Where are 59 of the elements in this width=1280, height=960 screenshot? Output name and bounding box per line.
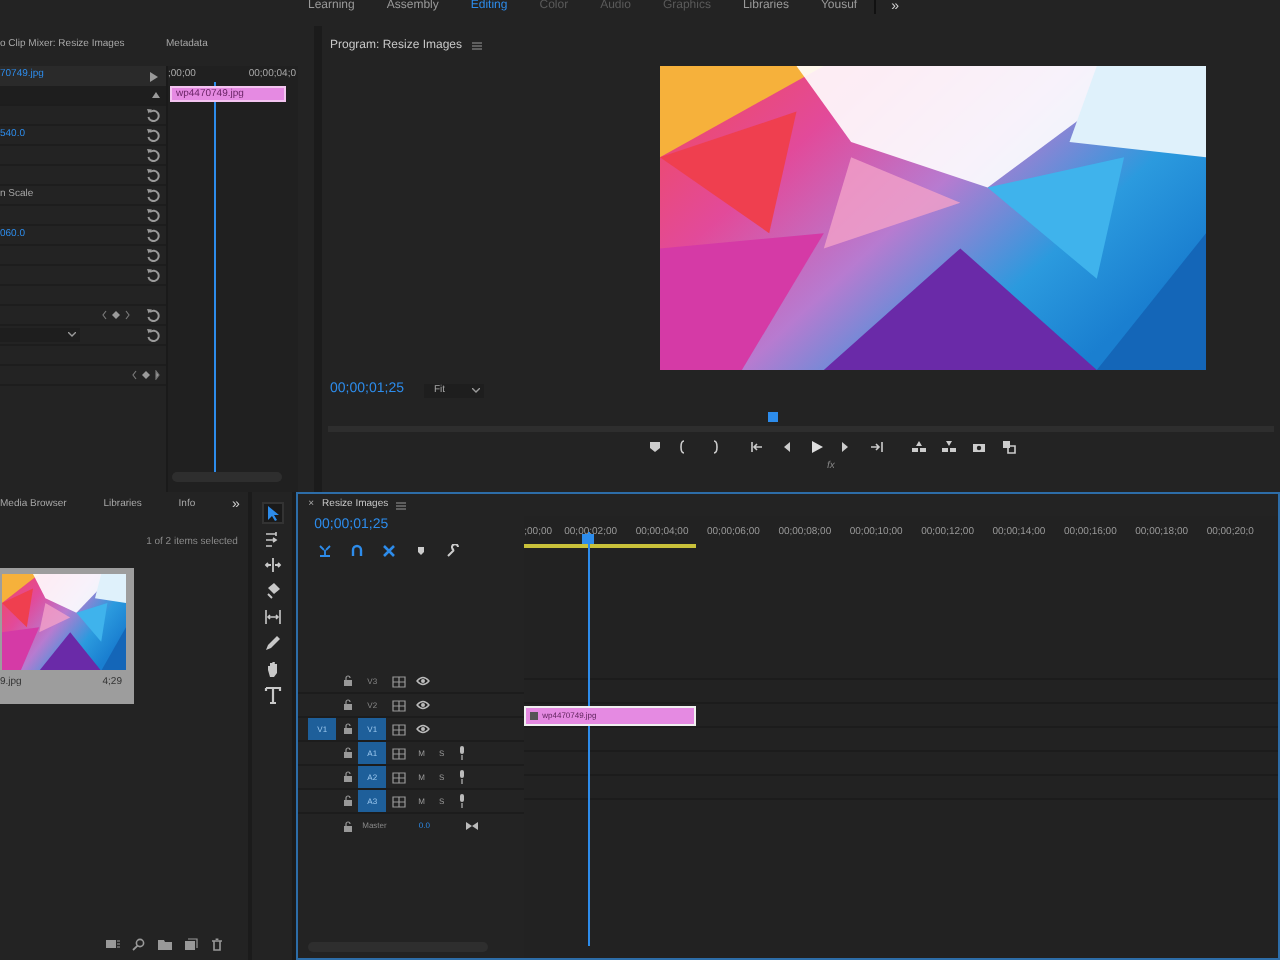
- lock-icon[interactable]: [342, 722, 355, 736]
- caret-icon: [471, 388, 480, 394]
- slip-icon[interactable]: [263, 608, 282, 626]
- lock-icon[interactable]: [342, 746, 355, 760]
- extract-icon[interactable]: [941, 439, 955, 453]
- scroll-bar[interactable]: [172, 472, 282, 482]
- menu-icon[interactable]: [396, 501, 407, 509]
- select-icon[interactable]: [263, 504, 282, 522]
- sync-lock-icon[interactable]: [392, 771, 407, 783]
- lock-icon[interactable]: [342, 770, 355, 784]
- image-icon: [530, 711, 539, 719]
- new-item-icon[interactable]: [183, 937, 198, 951]
- keyframe-navigator-icon: [102, 310, 130, 320]
- eye-icon[interactable]: [416, 700, 431, 710]
- lock-icon[interactable]: [342, 674, 355, 688]
- keyframe-navigator-icon: [132, 370, 160, 380]
- microphone-icon[interactable]: [458, 794, 467, 808]
- hand-icon[interactable]: [263, 660, 282, 678]
- nest-icon[interactable]: [318, 543, 333, 557]
- step-forward-icon[interactable]: [839, 439, 853, 453]
- marker-icon[interactable]: [647, 439, 661, 453]
- eye-icon[interactable]: [416, 724, 431, 734]
- trash-icon[interactable]: [209, 937, 224, 951]
- go-to-out-icon[interactable]: [869, 439, 883, 453]
- go-to-in-icon[interactable]: [749, 439, 763, 453]
- search-icon[interactable]: [131, 937, 146, 951]
- play-icon[interactable]: [809, 439, 823, 453]
- microphone-icon[interactable]: [458, 746, 467, 760]
- compare-icon[interactable]: [1001, 439, 1015, 453]
- sync-lock-icon[interactable]: [392, 795, 407, 807]
- step-back-icon[interactable]: [779, 439, 793, 453]
- eye-icon[interactable]: [416, 676, 431, 686]
- track-select-icon[interactable]: [263, 530, 282, 548]
- lock-icon[interactable]: [342, 794, 355, 808]
- sync-lock-icon[interactable]: [392, 675, 407, 687]
- snap-icon[interactable]: [350, 543, 365, 557]
- linked-selection-icon[interactable]: [382, 543, 397, 557]
- sync-lock-icon[interactable]: [392, 699, 407, 711]
- marker-icon[interactable]: [414, 543, 429, 557]
- lock-icon[interactable]: [342, 698, 355, 712]
- folder-icon[interactable]: [157, 937, 172, 951]
- type-icon[interactable]: [263, 686, 282, 704]
- lock-icon[interactable]: [342, 819, 355, 833]
- collapse-icon: [152, 92, 160, 98]
- microphone-icon[interactable]: [458, 770, 467, 784]
- playhead-handle[interactable]: [582, 534, 595, 544]
- razor-icon[interactable]: [263, 582, 282, 600]
- pen-icon[interactable]: [263, 634, 282, 652]
- camera-icon[interactable]: [971, 439, 985, 453]
- caret-icon: [68, 332, 76, 338]
- menu-icon[interactable]: [472, 42, 483, 50]
- playhead[interactable]: [768, 412, 779, 422]
- lift-icon[interactable]: [911, 439, 925, 453]
- sync-lock-icon[interactable]: [392, 723, 407, 735]
- ripple-edit-icon[interactable]: [263, 556, 282, 574]
- expand-icon[interactable]: [465, 822, 478, 830]
- list-view-icon[interactable]: [105, 937, 120, 951]
- sync-lock-icon[interactable]: [392, 747, 407, 759]
- play-icon: [150, 71, 158, 81]
